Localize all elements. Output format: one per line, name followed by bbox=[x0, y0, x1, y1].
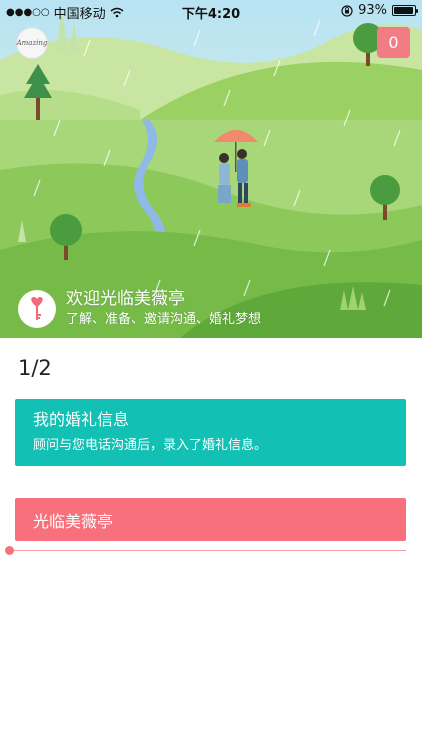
welcome-title: 欢迎光临美薇亭 bbox=[66, 289, 185, 309]
battery-fill bbox=[394, 7, 413, 14]
progress-track bbox=[9, 550, 406, 551]
progress-knob[interactable] bbox=[5, 546, 14, 555]
welcome-banner: 欢迎光临美薇亭 了解、准备、邀请沟通、婚礼梦想 bbox=[18, 289, 261, 329]
key-icon-circle bbox=[18, 290, 56, 328]
brand-logo-text: Amazing bbox=[16, 39, 48, 47]
notification-badge-button[interactable]: 0 bbox=[377, 27, 410, 58]
orientation-lock-icon bbox=[341, 4, 353, 17]
badge-count: 0 bbox=[388, 33, 399, 52]
brand-logo[interactable]: Amazing bbox=[16, 27, 48, 59]
wedding-info-description: 顾问与您电话沟通后，录入了婚礼信息。 bbox=[33, 438, 268, 453]
progress-slider[interactable] bbox=[5, 546, 406, 556]
landscape-illustration bbox=[0, 0, 422, 338]
heart-key-icon bbox=[31, 297, 43, 320]
status-bar: ●●●○○ 中国移动 下午4:20 93% bbox=[0, 0, 422, 22]
wedding-info-card[interactable]: 我的婚礼信息 顾问与您电话沟通后，录入了婚礼信息。 bbox=[15, 399, 406, 466]
page-indicator: 1/2 bbox=[18, 356, 52, 380]
battery-icon bbox=[392, 5, 418, 16]
welcome-card-title: 光临美薇亭 bbox=[33, 511, 114, 531]
welcome-card[interactable]: 光临美薇亭 bbox=[15, 498, 406, 541]
wedding-info-title: 我的婚礼信息 bbox=[33, 410, 130, 429]
battery-percent: 93% bbox=[358, 3, 387, 18]
hero-banner: ●●●○○ 中国移动 下午4:20 93% Amazing 0 欢迎光临美薇亭 … bbox=[0, 0, 422, 338]
welcome-subtitle: 了解、准备、邀请沟通、婚礼梦想 bbox=[66, 312, 262, 327]
